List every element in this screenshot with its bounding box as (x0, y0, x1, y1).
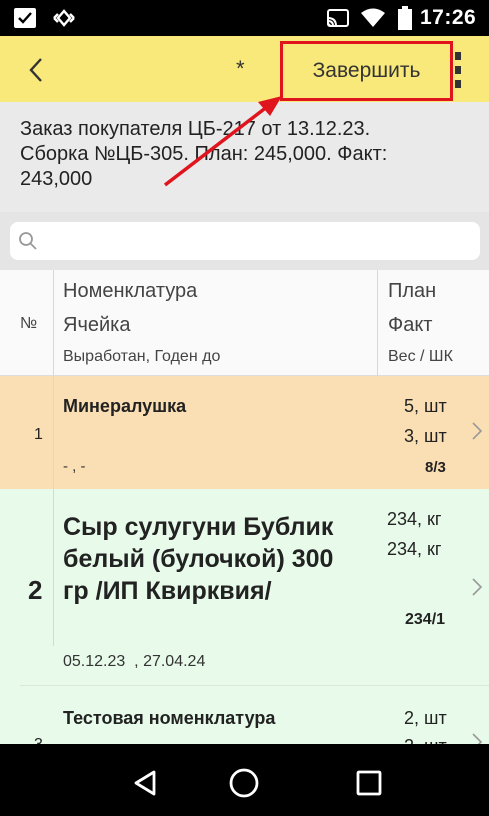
search-input[interactable] (44, 226, 464, 256)
cast-icon (326, 0, 350, 36)
col-header-produced: Выработан, Годен до (63, 348, 221, 365)
items-table: № Номенклатура Ячейка Выработан, Годен д… (0, 270, 489, 744)
recents-square-icon[interactable] (352, 766, 386, 800)
row-name: Сыр сулугуни Бублик белый (булочкой) 300… (63, 511, 333, 607)
battery-icon (398, 0, 412, 36)
column-divider (53, 270, 54, 646)
chevron-right-icon (472, 422, 483, 440)
col-header-plan: План (388, 280, 437, 302)
row-plan: 234, кг (387, 509, 442, 529)
navigation-bar (0, 744, 489, 816)
diamond-icon (52, 0, 76, 36)
col-header-name: Номенклатура (63, 280, 198, 302)
row-name: Тестовая номенклатура (63, 708, 276, 728)
col-header-num: № (20, 315, 38, 332)
order-header: Заказ покупателя ЦБ-217 от 13.12.23. Сбо… (0, 102, 489, 212)
col-header-weight: Вес / ШК (388, 348, 453, 365)
table-row[interactable]: 1 Минералушка - , - 5, шт 3, шт 8/3 (0, 376, 489, 489)
table-row[interactable]: 2 Сыр сулугуни Бублик белый (булочкой) 3… (0, 489, 489, 686)
table-header: № Номенклатура Ячейка Выработан, Годен д… (0, 270, 489, 376)
back-button[interactable] (16, 52, 56, 88)
row-name-line-2: белый (булочкой) 300 (63, 545, 334, 573)
table-row[interactable]: 3 Тестовая номенклатура 2, шт 2, шт (0, 686, 489, 744)
row-number: 2 (28, 575, 43, 605)
row-fact: 234, кг (387, 539, 442, 559)
row-weight: 8/3 (425, 459, 446, 476)
chevron-right-icon (472, 578, 483, 596)
wifi-icon (360, 0, 386, 36)
more-vertical-icon[interactable] (451, 52, 465, 88)
checkbox-icon (14, 8, 36, 28)
chevron-right-icon (472, 733, 483, 744)
status-bar: 17:26 (0, 0, 489, 36)
row-plan: 2, шт (404, 708, 447, 728)
modified-indicator: * (236, 56, 245, 81)
clock: 17:26 (420, 6, 477, 29)
order-line-1: Заказ покупателя ЦБ-217 от 13.12.23. (20, 118, 371, 140)
home-circle-icon[interactable] (227, 766, 261, 800)
column-divider (377, 270, 378, 376)
row-name-line-1: Сыр сулугуни Бублик (63, 513, 334, 541)
search-box[interactable] (10, 222, 480, 260)
back-triangle-icon[interactable] (128, 766, 162, 800)
order-line-3: 243,000 (20, 168, 93, 190)
search-icon (19, 232, 37, 250)
chevron-left-icon (29, 58, 42, 82)
row-name: Минералушка (63, 396, 187, 416)
row-plan: 5, шт (404, 396, 447, 416)
search-area (0, 212, 489, 270)
toolbar: * Завершить (0, 36, 489, 102)
order-line-2: Сборка №ЦБ-305. План: 245,000. Факт: (20, 143, 388, 165)
row-name-line-3: гр /ИП Квирквия/ (63, 577, 272, 605)
row-number: 3 (34, 736, 43, 744)
finish-button[interactable]: Завершить (280, 41, 453, 101)
row-fact: 2, шт (404, 736, 447, 744)
col-header-fact: Факт (388, 314, 433, 336)
row-fact: 3, шт (404, 426, 447, 446)
row-dates: - , - (63, 458, 86, 475)
row-weight: 234/1 (405, 611, 446, 628)
row-number: 1 (34, 426, 43, 443)
col-header-cell: Ячейка (63, 314, 131, 336)
row-dates: 05.12.23 , 27.04.24 (63, 653, 206, 670)
